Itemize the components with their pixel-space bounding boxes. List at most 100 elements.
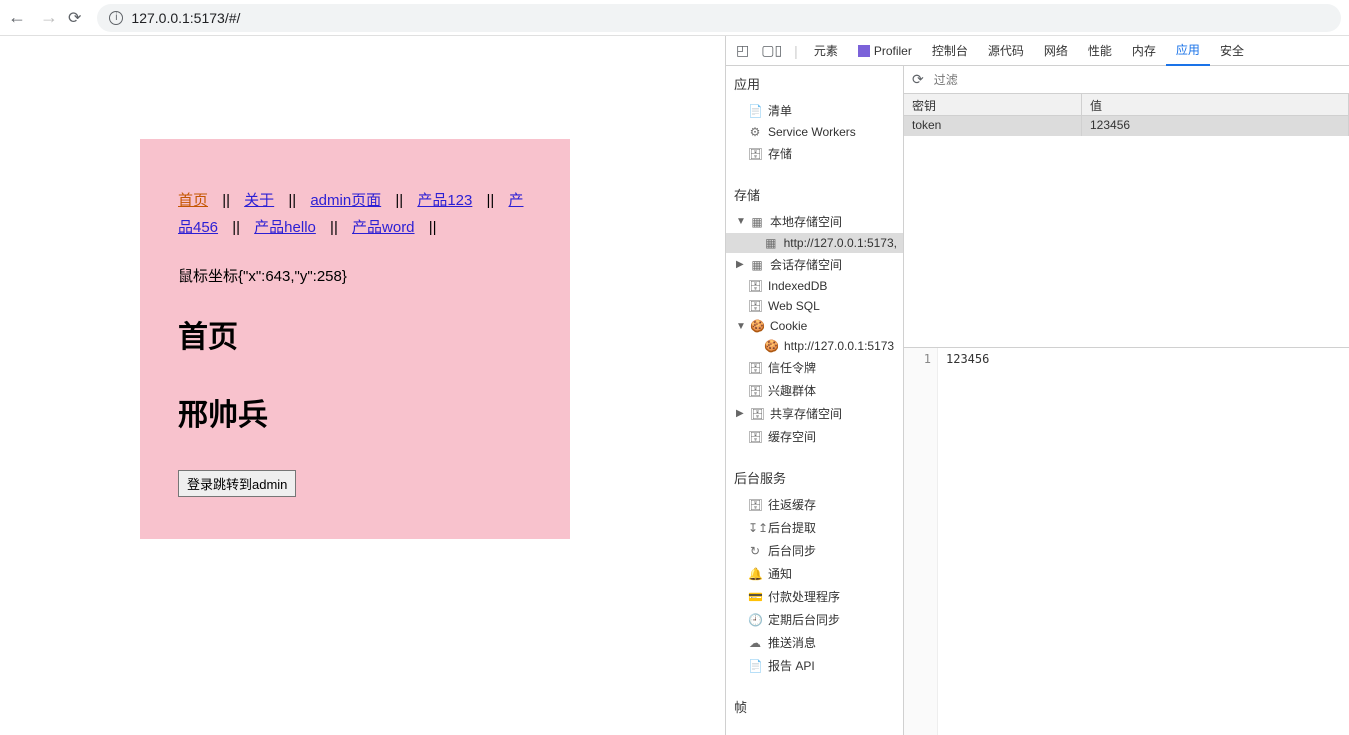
sidebar-item-local-storage-origin[interactable]: ▦http://127.0.0.1:5173, bbox=[726, 233, 903, 253]
sidebar-item-websql[interactable]: 🗄Web SQL bbox=[726, 296, 903, 316]
filter-input[interactable] bbox=[934, 73, 1341, 87]
cookie-icon: 🍪 bbox=[764, 339, 778, 353]
nav-sep: || bbox=[222, 192, 230, 209]
sidebar-item-label: 兴趣群体 bbox=[768, 382, 816, 399]
arrows-icon: ↧↥ bbox=[748, 521, 762, 535]
forward-button[interactable]: → bbox=[40, 7, 58, 28]
storage-table[interactable]: 密钥 值 token 123456 bbox=[904, 94, 1349, 348]
header-key[interactable]: 密钥 bbox=[904, 94, 1082, 115]
sidebar-item-label: 本地存储空间 bbox=[770, 213, 842, 230]
sidebar-section-app: 应用 bbox=[726, 66, 903, 99]
sidebar-item-periodic-sync[interactable]: 🕘定期后台同步 bbox=[726, 608, 903, 631]
sidebar-item-label: http://127.0.0.1:5173 bbox=[784, 339, 894, 353]
filter-bar: ⟳ bbox=[904, 66, 1349, 94]
sidebar-item-service-workers[interactable]: ⚙ Service Workers bbox=[726, 122, 903, 142]
sidebar-item-trust-tokens[interactable]: 🗄信任令牌 bbox=[726, 356, 903, 379]
nav-sep: || bbox=[232, 219, 240, 236]
nav-admin-link[interactable]: admin页面 bbox=[310, 192, 381, 209]
sidebar-item-bfcache[interactable]: 🗄 往返缓存 bbox=[726, 493, 903, 516]
cell-value[interactable]: 123456 bbox=[1082, 116, 1349, 136]
sidebar-section-storage: 存储 bbox=[726, 177, 903, 210]
refresh-button[interactable]: ⟳ bbox=[912, 71, 924, 88]
site-info-icon[interactable]: i bbox=[109, 11, 123, 25]
chevron-right-icon[interactable]: ▶ bbox=[736, 259, 746, 270]
database-icon: 🗄 bbox=[750, 407, 764, 421]
table-header: 密钥 值 bbox=[904, 94, 1349, 116]
sidebar-item-label: 缓存空间 bbox=[768, 428, 816, 445]
login-button[interactable]: 登录跳转到admin bbox=[178, 470, 296, 497]
devtools-panel: ◰ ▢▯ | 元素 Profiler 控制台 源代码 网络 性能 内存 应用 安… bbox=[725, 36, 1349, 735]
database-icon: 🗄 bbox=[748, 498, 762, 512]
gear-icon: ⚙ bbox=[748, 125, 762, 139]
sidebar-item-indexeddb[interactable]: 🗄IndexedDB bbox=[726, 276, 903, 296]
clock-icon: 🕘 bbox=[748, 613, 762, 627]
cell-key[interactable]: token bbox=[904, 116, 1082, 136]
tab-performance[interactable]: 性能 bbox=[1078, 36, 1122, 66]
chevron-right-icon[interactable]: ▶ bbox=[736, 408, 746, 419]
sidebar-item-label: 后台提取 bbox=[768, 519, 816, 536]
tab-security[interactable]: 安全 bbox=[1210, 36, 1254, 66]
grid-icon: ▦ bbox=[750, 215, 764, 229]
tab-elements[interactable]: 元素 bbox=[804, 36, 848, 66]
sidebar-item-bg-fetch[interactable]: ↧↥ 后台提取 bbox=[726, 516, 903, 539]
sidebar-item-label: Service Workers bbox=[768, 125, 856, 139]
nav-home-link[interactable]: 首页 bbox=[178, 192, 208, 209]
tab-profiler-label: Profiler bbox=[874, 44, 912, 58]
table-row[interactable]: token 123456 bbox=[904, 116, 1349, 136]
author-name: 邢帅兵 bbox=[178, 390, 532, 434]
tab-sources[interactable]: 源代码 bbox=[978, 36, 1034, 66]
tab-profiler[interactable]: Profiler bbox=[848, 36, 922, 66]
nav-about-link[interactable]: 关于 bbox=[244, 192, 274, 209]
sidebar-item-cookie-origin[interactable]: 🍪 http://127.0.0.1:5173 bbox=[726, 336, 903, 356]
viewer-line-number: 1 bbox=[904, 348, 938, 735]
nav-arrows: ← → bbox=[8, 7, 58, 28]
header-value[interactable]: 值 bbox=[1082, 94, 1349, 115]
devtools-tabs: ◰ ▢▯ | 元素 Profiler 控制台 源代码 网络 性能 内存 应用 安… bbox=[726, 36, 1349, 66]
sidebar-item-label: IndexedDB bbox=[768, 279, 827, 293]
cookie-icon: 🍪 bbox=[750, 319, 764, 333]
sidebar-item-cookie[interactable]: ▼🍪Cookie bbox=[726, 316, 903, 336]
sidebar-item-reporting[interactable]: 📄报告 API bbox=[726, 654, 903, 677]
sidebar-item-label: 后台同步 bbox=[768, 542, 816, 559]
chevron-down-icon[interactable]: ▼ bbox=[736, 216, 746, 227]
reload-button[interactable]: ⟳ bbox=[68, 8, 81, 28]
sidebar-item-manifest[interactable]: 📄清单 bbox=[726, 99, 903, 122]
nav-pword-link[interactable]: 产品word bbox=[352, 219, 415, 236]
database-icon: 🗄 bbox=[748, 430, 762, 444]
file-icon: 📄 bbox=[748, 104, 762, 118]
sidebar-item-push[interactable]: ☁ 推送消息 bbox=[726, 631, 903, 654]
sidebar-item-cache-storage[interactable]: 🗄 缓存空间 bbox=[726, 425, 903, 448]
nav-phello-link[interactable]: 产品hello bbox=[254, 219, 316, 236]
back-button[interactable]: ← bbox=[8, 7, 26, 28]
sidebar-item-local-storage[interactable]: ▼ ▦ 本地存储空间 bbox=[726, 210, 903, 233]
sidebar-item-label: 付款处理程序 bbox=[768, 588, 840, 605]
application-sidebar[interactable]: 应用 📄清单 ⚙Service Workers 🗄存储 存储 ▼▦本地存储空间 … bbox=[726, 66, 904, 735]
sidebar-item-label: http://127.0.0.1:5173, bbox=[784, 236, 897, 250]
viewer-content[interactable]: 123456 bbox=[938, 348, 997, 735]
mouse-coords: 鼠标坐标{"x":643,"y":258} bbox=[178, 265, 532, 286]
sidebar-item-label: 报告 API bbox=[768, 657, 815, 674]
sidebar-item-interest-groups[interactable]: 🗄兴趣群体 bbox=[726, 379, 903, 402]
cloud-icon: ☁ bbox=[748, 636, 762, 650]
url-bar[interactable]: i 127.0.0.1:5173/#/ bbox=[97, 4, 1341, 32]
sidebar-item-label: 会话存储空间 bbox=[770, 256, 842, 273]
tab-network[interactable]: 网络 bbox=[1034, 36, 1078, 66]
chevron-down-icon[interactable]: ▼ bbox=[736, 321, 746, 332]
inspect-element-icon[interactable]: ◰ bbox=[730, 42, 755, 59]
sidebar-item-label: 推送消息 bbox=[768, 634, 816, 651]
value-viewer: 1 123456 bbox=[904, 348, 1349, 735]
sidebar-item-shared-storage[interactable]: ▶🗄共享存储空间 bbox=[726, 402, 903, 425]
tab-memory[interactable]: 内存 bbox=[1122, 36, 1166, 66]
sidebar-item-bg-sync[interactable]: ↻后台同步 bbox=[726, 539, 903, 562]
device-toolbar-icon[interactable]: ▢▯ bbox=[755, 42, 788, 59]
sidebar-item-payment[interactable]: 💳付款处理程序 bbox=[726, 585, 903, 608]
sidebar-item-storage-overview[interactable]: 🗄存储 bbox=[726, 142, 903, 165]
tab-console[interactable]: 控制台 bbox=[922, 36, 978, 66]
tab-application[interactable]: 应用 bbox=[1166, 36, 1210, 66]
sidebar-item-label: 往返缓存 bbox=[768, 496, 816, 513]
nav-p123-link[interactable]: 产品123 bbox=[417, 192, 472, 209]
sidebar-item-session-storage[interactable]: ▶▦会话存储空间 bbox=[726, 253, 903, 276]
nav-sep: || bbox=[487, 192, 495, 209]
nav-links: 首页 || 关于 || admin页面 || 产品123 || 产品456 ||… bbox=[178, 187, 532, 241]
sidebar-item-notifications[interactable]: 🔔通知 bbox=[726, 562, 903, 585]
